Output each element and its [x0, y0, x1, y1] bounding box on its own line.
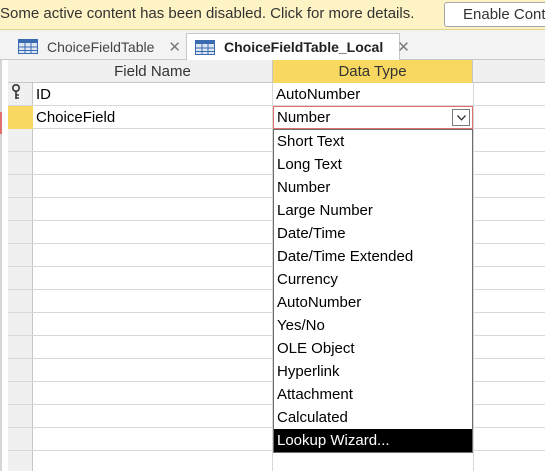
dropdown-option-lookup-wizard[interactable]: Lookup Wizard...	[274, 429, 472, 452]
tab-choicefieldtable-local[interactable]: ChoiceFieldTable_Local ✕	[186, 33, 410, 61]
dropdown-option-large-number[interactable]: Large Number	[274, 199, 472, 222]
dropdown-option-attachment[interactable]: Attachment	[274, 383, 472, 406]
dropdown-option-yes-no[interactable]: Yes/No	[274, 314, 472, 337]
field-name-cell[interactable]: ID	[36, 83, 51, 106]
tab-label: ChoiceFieldTable_Local	[224, 39, 384, 55]
column-header-data-type[interactable]: Data Type	[273, 60, 473, 83]
message-bar-text[interactable]: Some active content has been disabled. C…	[0, 5, 414, 22]
table-icon	[18, 39, 38, 54]
data-type-dropdown-list: Short Text Long Text Number Large Number…	[273, 129, 473, 453]
pane-edge-marker	[0, 112, 2, 134]
primary-key-icon	[12, 84, 20, 99]
tab-label: ChoiceFieldTable	[47, 38, 155, 55]
row-selector-current[interactable]	[8, 106, 33, 129]
dropdown-option-short-text[interactable]: Short Text	[274, 130, 472, 153]
message-bar: Some active content has been disabled. C…	[0, 0, 545, 30]
close-icon[interactable]: ✕	[168, 38, 181, 56]
dropdown-option-hyperlink[interactable]: Hyperlink	[274, 360, 472, 383]
column-header-field-name[interactable]: Field Name	[33, 60, 273, 83]
chevron-down-icon[interactable]	[452, 109, 470, 126]
data-type-combo-value[interactable]: Number	[277, 107, 330, 128]
document-tab-strip: ChoiceFieldTable ✕ ChoiceFieldTable_Loca…	[0, 30, 545, 61]
data-type-cell[interactable]: AutoNumber	[276, 83, 360, 106]
enable-content-button[interactable]: Enable Content	[444, 2, 545, 27]
dropdown-option-date-time[interactable]: Date/Time	[274, 222, 472, 245]
dropdown-option-currency[interactable]: Currency	[274, 268, 472, 291]
dropdown-option-ole-object[interactable]: OLE Object	[274, 337, 472, 360]
dropdown-option-long-text[interactable]: Long Text	[274, 153, 472, 176]
data-type-combo[interactable]: Number	[273, 106, 473, 129]
tab-choicefieldtable[interactable]: ChoiceFieldTable ✕	[18, 33, 181, 60]
dropdown-option-autonumber[interactable]: AutoNumber	[274, 291, 472, 314]
grid-header: Field Name Data Type	[8, 60, 545, 83]
field-name-cell[interactable]: ChoiceField	[36, 106, 115, 129]
close-icon[interactable]: ✕	[397, 38, 410, 56]
dropdown-option-date-time-extended[interactable]: Date/Time Extended	[274, 245, 472, 268]
dropdown-option-calculated[interactable]: Calculated	[274, 406, 472, 429]
grid-line	[473, 83, 474, 471]
table-icon	[195, 39, 215, 55]
dropdown-option-number[interactable]: Number	[274, 176, 472, 199]
